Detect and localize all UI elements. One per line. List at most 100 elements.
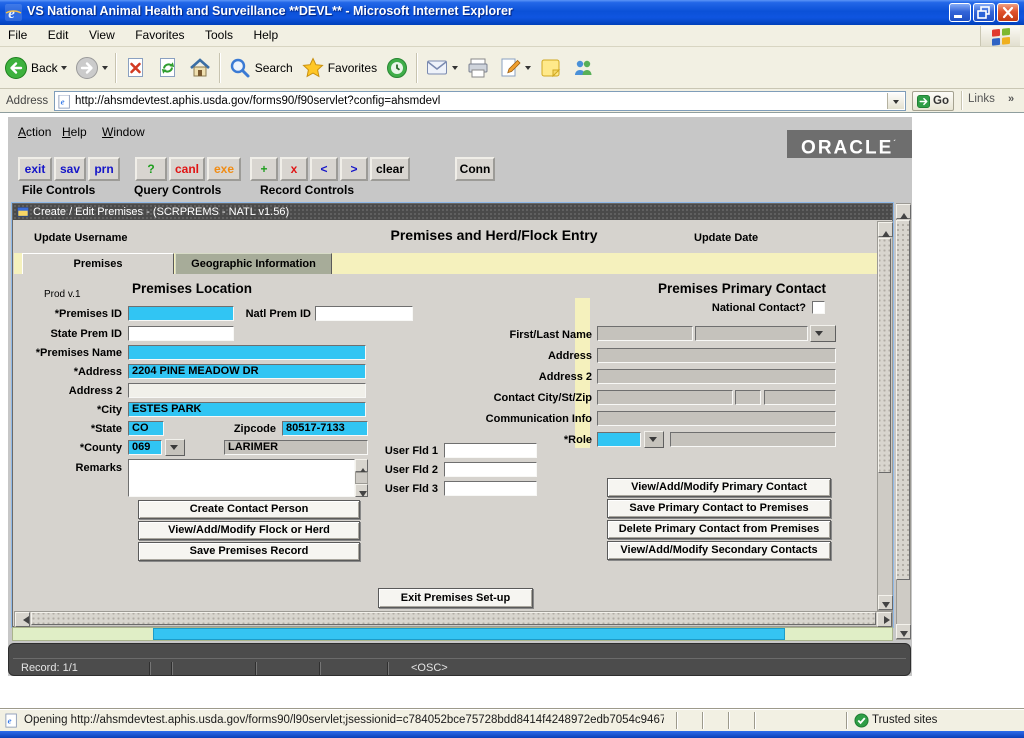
contact-name-dropdown-button[interactable]: [810, 325, 836, 342]
status-divider: [387, 662, 389, 675]
address-field[interactable]: 2204 PINE MEADOW DR: [128, 364, 366, 379]
save-button[interactable]: sav: [54, 157, 86, 181]
exit-button[interactable]: exit: [18, 157, 52, 181]
menu-help[interactable]: Help: [245, 25, 286, 46]
mail-dropdown-icon[interactable]: [452, 66, 458, 73]
city-field[interactable]: ESTES PARK: [128, 402, 366, 417]
form-hscroll-thumb[interactable]: [31, 612, 876, 625]
history-button[interactable]: [381, 54, 413, 82]
stop-button[interactable]: [120, 54, 152, 82]
contact-address-field[interactable]: [597, 348, 836, 363]
address-input[interactable]: e http://ahsmdevtest.aphis.usda.gov/form…: [54, 91, 906, 111]
view-add-modify-primary-contact-button[interactable]: View/Add/Modify Primary Contact: [607, 478, 831, 497]
contact-city-field[interactable]: [597, 390, 733, 405]
notes-button[interactable]: [535, 54, 567, 82]
enter-query-button[interactable]: ?: [135, 157, 167, 181]
print-button[interactable]: [462, 54, 494, 82]
address2-field[interactable]: [128, 383, 366, 398]
minimize-button[interactable]: [949, 3, 971, 22]
next-record-button[interactable]: >: [340, 157, 368, 181]
create-contact-person-button[interactable]: Create Contact Person: [138, 500, 360, 519]
form-vscroll-thumb[interactable]: [878, 238, 891, 473]
tab-geographic-information[interactable]: Geographic Information: [175, 253, 332, 274]
scroll-right-icon[interactable]: [877, 612, 892, 627]
scroll-up-icon[interactable]: [896, 204, 911, 219]
premises-name-field[interactable]: [128, 345, 366, 360]
tab-premises[interactable]: Premises: [22, 253, 174, 274]
menu-tools[interactable]: Tools: [197, 25, 241, 46]
scroll-down-icon[interactable]: [878, 595, 893, 610]
exit-premises-setup-button[interactable]: Exit Premises Set-up: [378, 588, 533, 608]
refresh-button[interactable]: [152, 54, 184, 82]
conn-button[interactable]: Conn: [455, 157, 495, 181]
form-horizontal-scrollbar[interactable]: [14, 611, 893, 627]
close-button[interactable]: [997, 3, 1019, 22]
contact-last-name-field[interactable]: [695, 326, 808, 341]
applet-vertical-scrollbar[interactable]: [896, 203, 911, 640]
contact-zip-field[interactable]: [764, 390, 836, 405]
applet-hscroll-thumb[interactable]: [153, 628, 785, 640]
applet-vscroll-thumb[interactable]: [896, 220, 910, 580]
links-label[interactable]: Links: [968, 93, 995, 105]
scroll-left-icon[interactable]: [15, 612, 30, 627]
applet-horizontal-scrollbar[interactable]: [12, 627, 893, 641]
communication-info-field[interactable]: [597, 411, 836, 426]
contact-address2-field[interactable]: [597, 369, 836, 384]
premises-window-titlebar[interactable]: Create / Edit Premises - (SCRPREMS - NAT…: [13, 204, 892, 220]
cancel-query-button[interactable]: canl: [169, 157, 205, 181]
applet-menu-action[interactable]: Action: [12, 123, 57, 141]
print-forms-button[interactable]: prn: [88, 157, 120, 181]
role-code-field[interactable]: [597, 432, 641, 447]
form-vertical-scrollbar[interactable]: [877, 221, 893, 611]
menu-favorites[interactable]: Favorites: [127, 25, 192, 46]
address-dropdown-button[interactable]: [887, 93, 904, 109]
state-prem-id-field[interactable]: [128, 326, 234, 341]
links-chevron-icon[interactable]: »: [1008, 93, 1014, 105]
national-contact-checkbox[interactable]: [812, 301, 825, 314]
scroll-up-icon[interactable]: [878, 222, 893, 237]
home-button[interactable]: [184, 54, 216, 82]
applet-menu-help[interactable]: Help: [56, 123, 93, 141]
save-premises-record-button[interactable]: Save Premises Record: [138, 542, 360, 561]
county-code-field[interactable]: 069: [128, 440, 162, 455]
remarks-field[interactable]: [128, 459, 355, 497]
messenger-button[interactable]: [567, 54, 599, 82]
menu-file[interactable]: File: [0, 25, 35, 46]
forward-button[interactable]: [71, 54, 112, 82]
save-primary-contact-button[interactable]: Save Primary Contact to Premises: [607, 499, 831, 518]
restore-button[interactable]: [973, 3, 995, 22]
county-name-field[interactable]: LARIMER: [224, 440, 368, 455]
zipcode-field[interactable]: 80517-7133: [282, 421, 368, 436]
edit-dropdown-icon[interactable]: [525, 66, 531, 73]
applet-menu-window[interactable]: Window: [96, 123, 151, 141]
back-dropdown-icon[interactable]: [61, 66, 67, 73]
county-dropdown-button[interactable]: [165, 439, 185, 456]
contact-first-name-field[interactable]: [597, 326, 693, 341]
go-button[interactable]: Go: [912, 91, 954, 111]
scroll-down-icon[interactable]: [896, 624, 911, 639]
delete-record-button[interactable]: x: [280, 157, 308, 181]
execute-query-button[interactable]: exe: [207, 157, 241, 181]
user-fld3-field[interactable]: [444, 481, 537, 496]
role-desc-field[interactable]: [670, 432, 836, 447]
natl-prem-id-field[interactable]: [315, 306, 413, 321]
menu-edit[interactable]: Edit: [40, 25, 77, 46]
clear-record-button[interactable]: clear: [370, 157, 410, 181]
back-button[interactable]: Back: [0, 54, 71, 82]
role-dropdown-button[interactable]: [644, 431, 664, 448]
state-field[interactable]: CO: [128, 421, 164, 436]
delete-primary-contact-button[interactable]: Delete Primary Contact from Premises: [607, 520, 831, 539]
add-record-button[interactable]: +: [250, 157, 278, 181]
forward-dropdown-icon[interactable]: [102, 66, 108, 73]
edit-button[interactable]: [494, 54, 535, 82]
mail-button[interactable]: [421, 54, 462, 82]
user-fld2-field[interactable]: [444, 462, 537, 477]
search-button[interactable]: Search: [224, 54, 297, 82]
view-add-modify-secondary-contacts-button[interactable]: View/Add/Modify Secondary Contacts: [607, 541, 831, 560]
stop-icon: [124, 56, 148, 80]
favorites-button[interactable]: Favorites: [297, 54, 381, 82]
view-add-modify-flock-button[interactable]: View/Add/Modify Flock or Herd: [138, 521, 360, 540]
contact-state-field[interactable]: [735, 390, 761, 405]
menu-view[interactable]: View: [81, 25, 123, 46]
previous-record-button[interactable]: <: [310, 157, 338, 181]
